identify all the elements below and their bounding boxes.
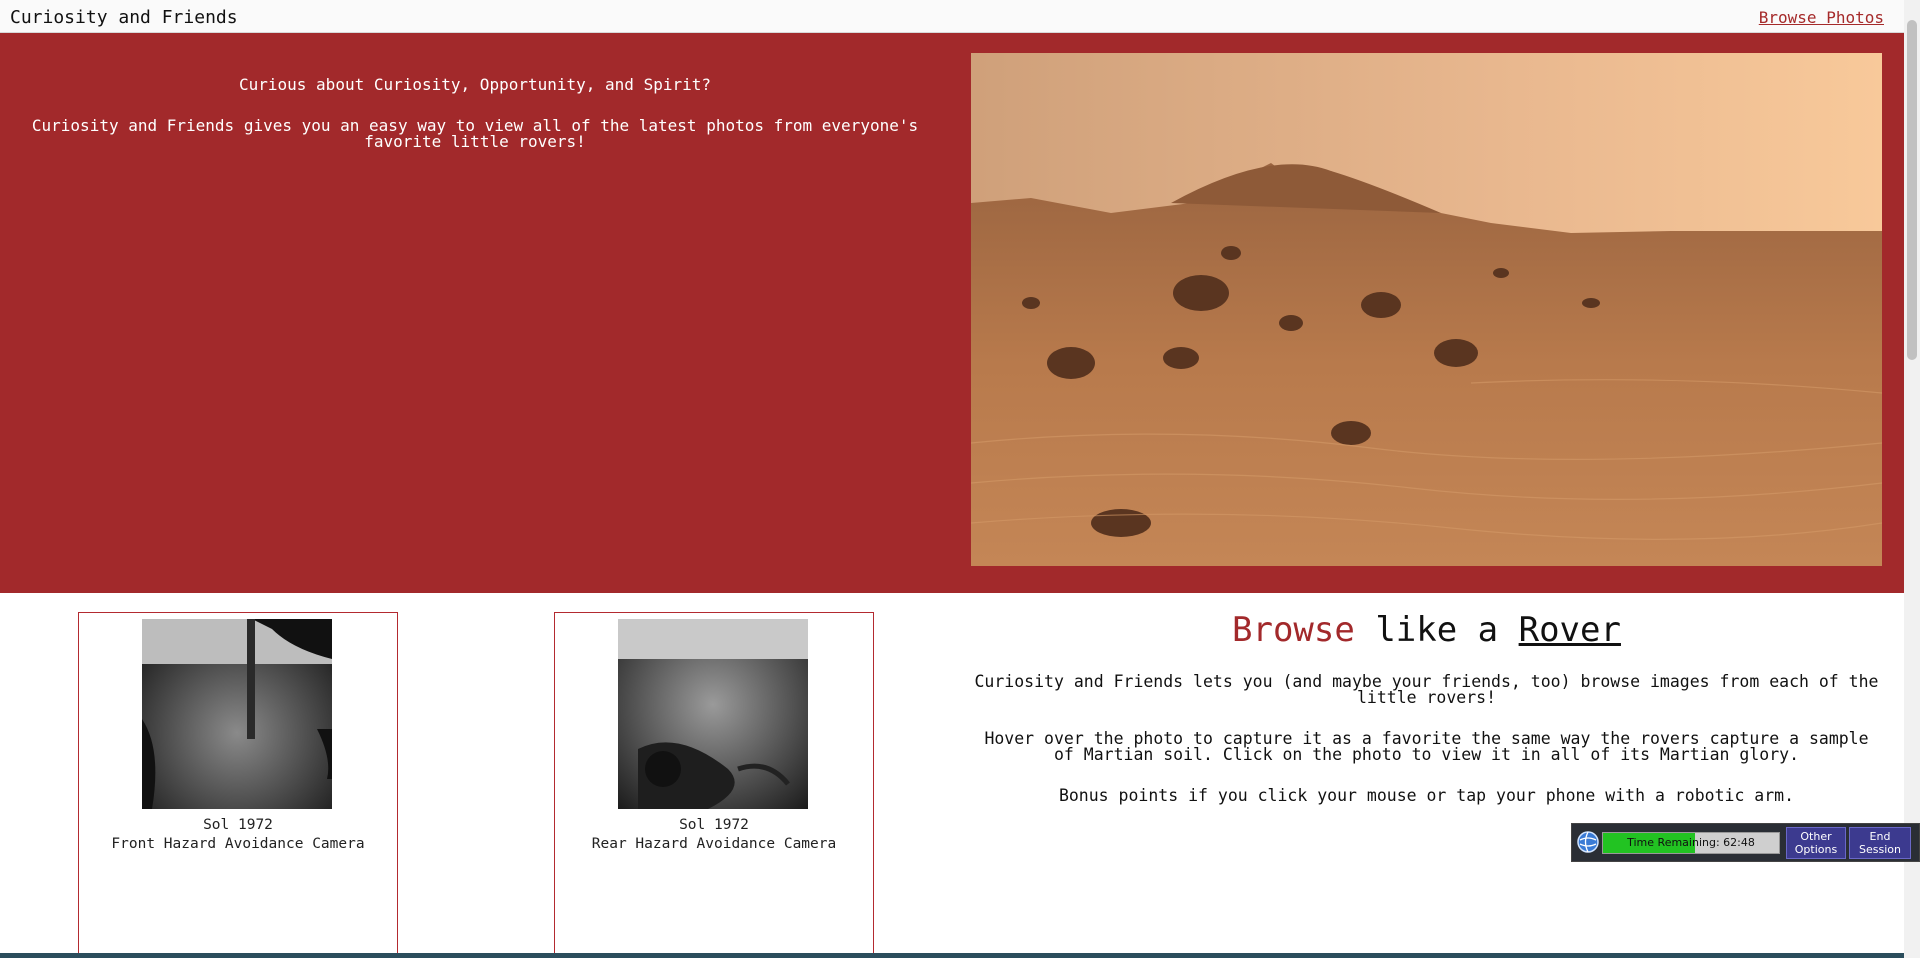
top-navbar: Curiosity and Friends Browse Photos [0,0,1904,33]
site-brand[interactable]: Curiosity and Friends [10,7,238,28]
card-sol: Sol 1972 [679,817,749,833]
browse-section: Browse like a Rover Curiosity and Friend… [971,610,1882,804]
browse-heading-accent: Browse [1232,610,1355,650]
browse-photos-link[interactable]: Browse Photos [1759,8,1884,27]
scrollbar-thumb[interactable] [1907,20,1917,360]
photo-card[interactable]: Sol 1972 Rear Hazard Avoidance Camera [554,612,874,958]
rear-hazcam-photo[interactable] [618,619,808,809]
mars-landscape-image [971,53,1882,566]
hero-heading: Curious about Curiosity, Opportunity, an… [238,75,711,94]
card-sol: Sol 1972 [203,817,273,833]
browse-paragraph-2: Hover over the photo to capture it as a … [984,729,1869,764]
photo-card[interactable]: Sol 1972 Front Hazard Avoidance Camera [78,612,398,958]
session-toolbar: Time Remaining: 62:48 Other Options End … [1571,823,1920,862]
card-camera: Rear Hazard Avoidance Camera [591,836,837,852]
hero-text: Curious about Curiosity, Opportunity, an… [20,77,930,150]
rover-link[interactable]: Rover [1519,610,1621,650]
other-options-button[interactable]: Other Options [1786,827,1846,859]
browse-paragraph-1: Curiosity and Friends lets you (and mayb… [974,672,1879,707]
hero-section: Curious about Curiosity, Opportunity, an… [0,33,1904,593]
time-remaining-label: Time Remaining: 62:48 [1627,836,1755,849]
browse-paragraph-3: Bonus points if you click your mouse or … [1058,786,1795,805]
vertical-scrollbar[interactable] [1904,0,1920,958]
taskbar-edge [0,953,1904,958]
browse-heading: Browse like a Rover [971,610,1882,650]
time-remaining-bar: Time Remaining: 62:48 [1602,832,1780,854]
hero-description: Curiosity and Friends gives you an easy … [31,116,919,151]
card-camera: Front Hazard Avoidance Camera [111,836,365,852]
end-session-button[interactable]: End Session [1849,827,1911,859]
browse-heading-middle: like a [1354,610,1519,650]
front-hazcam-photo[interactable] [142,619,332,809]
session-globe-icon [1577,831,1599,853]
